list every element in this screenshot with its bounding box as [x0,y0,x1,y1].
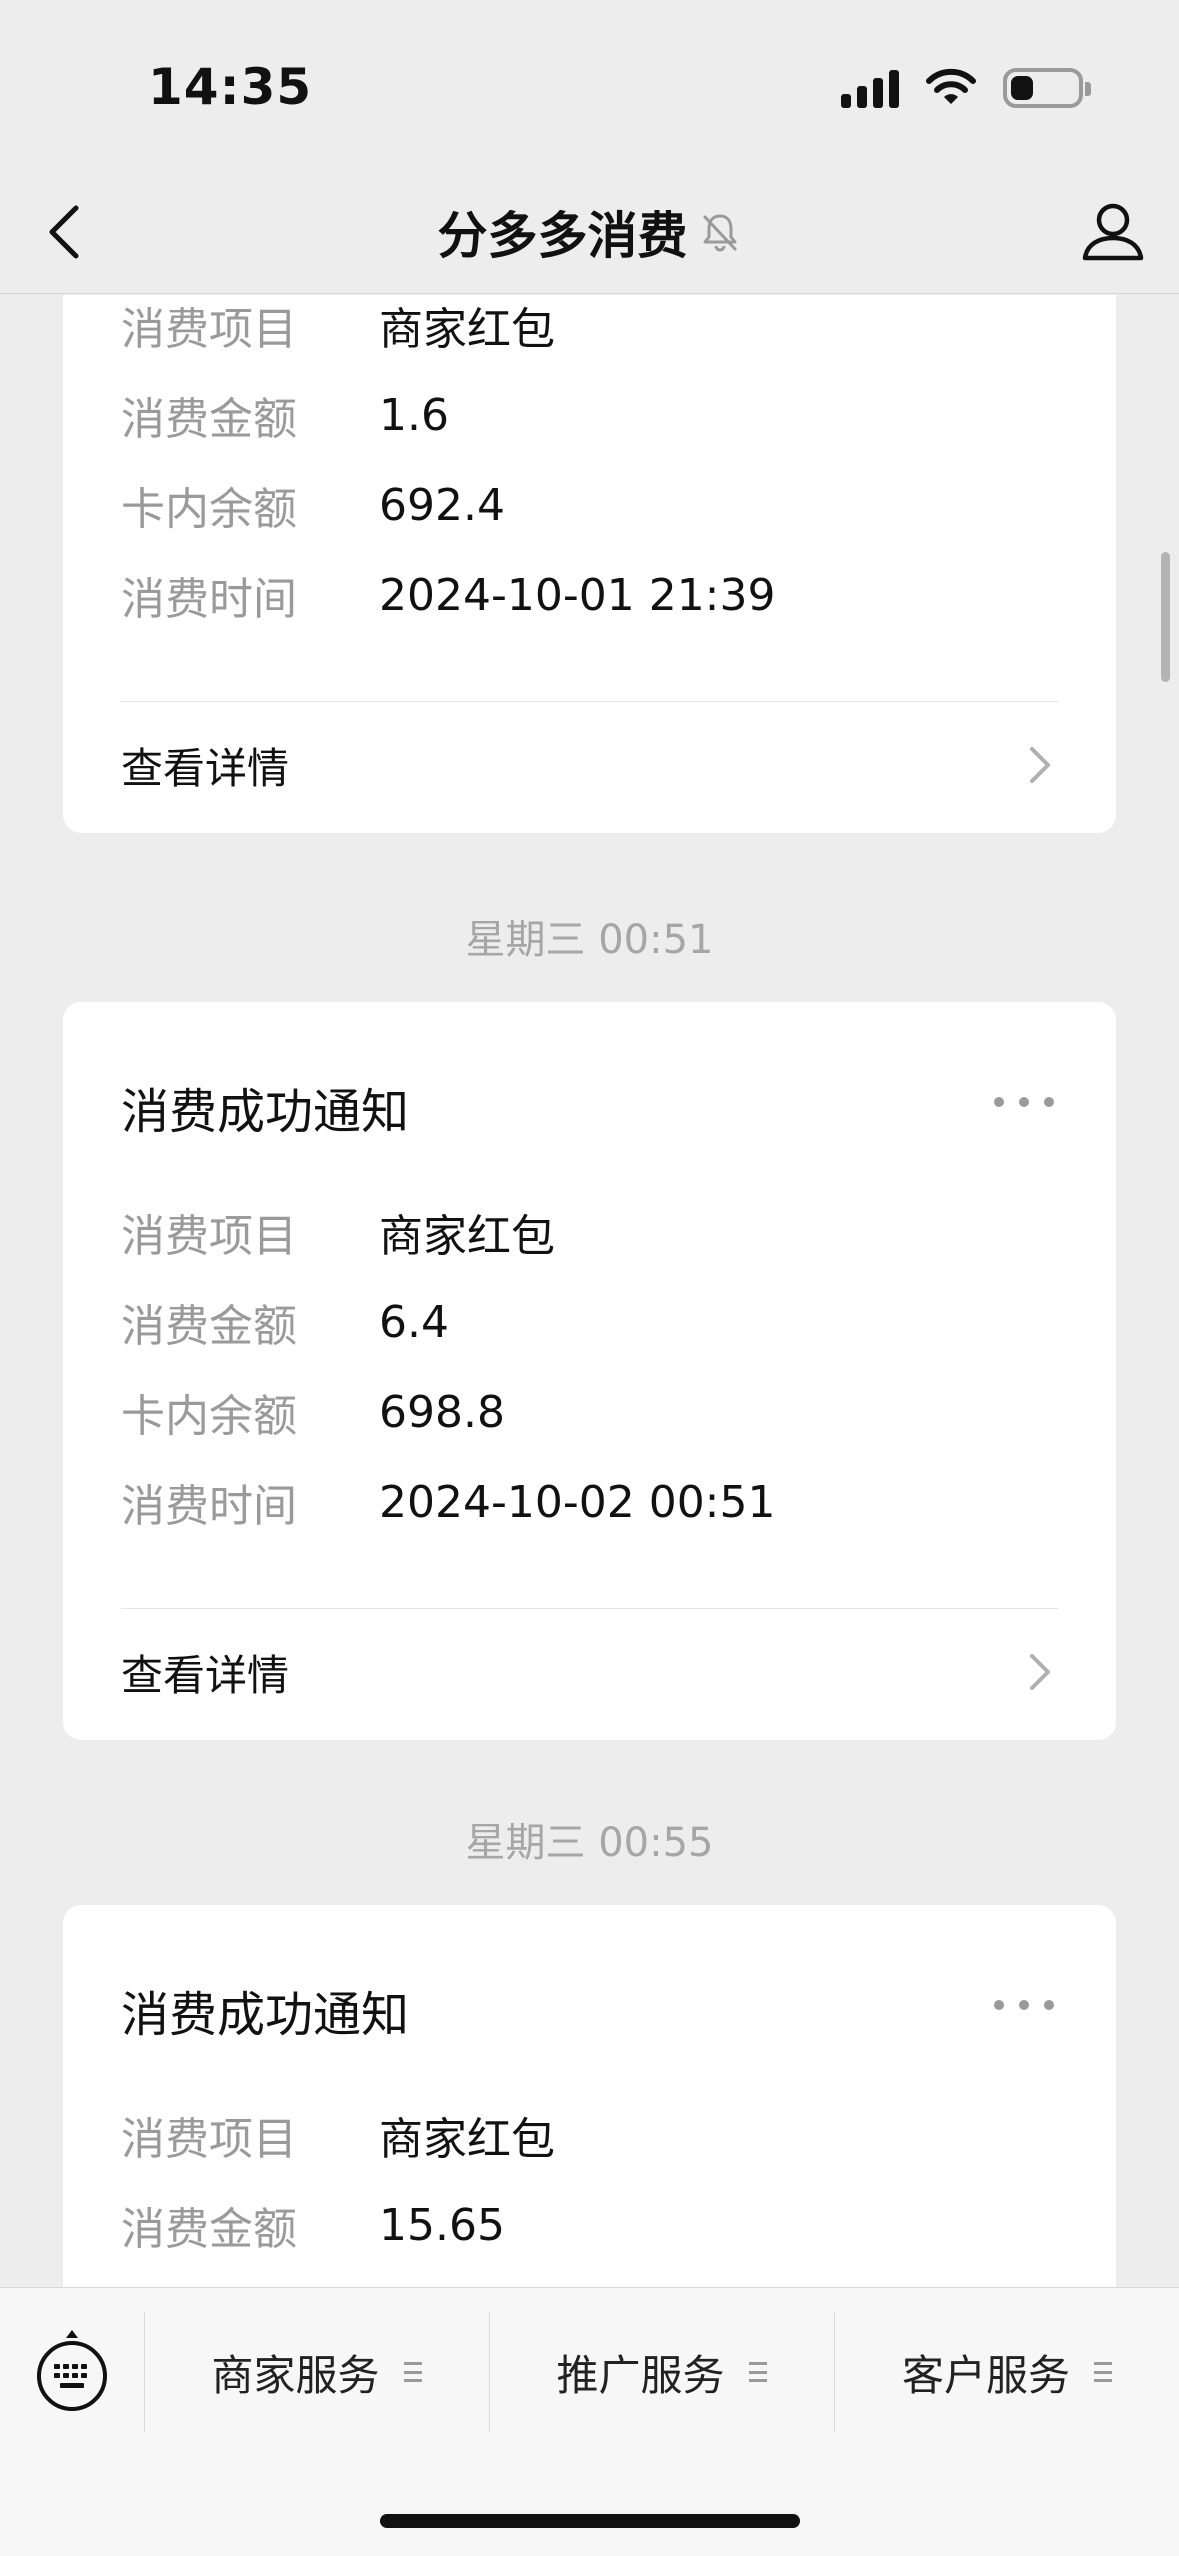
field-value: 692.4 [379,479,505,531]
more-options-icon[interactable] [994,1092,1054,1112]
field-row: 消费时间 2024-10-02 00:51 [121,1472,776,1533]
field-value: 698.8 [379,1386,505,1438]
mute-bell-icon [703,214,736,252]
message-timestamp: 星期三 00:55 [465,1820,714,1866]
field-value: 商家红包 [379,1211,555,1262]
profile-icon[interactable] [1073,192,1153,272]
field-row: 消费金额 15.65 [121,2195,505,2256]
divider [121,701,1058,702]
view-details-label: 查看详情 [121,1650,290,1700]
field-label: 卡内余额 [121,484,297,535]
field-row: 卡内余额 692.4 [121,475,505,536]
menu-item-label: 推广服务 [556,2350,725,2400]
wifi-icon [926,68,976,104]
card-title: 消费成功通知 [121,1987,410,2043]
menu-promotion-services[interactable]: 推广服务 [490,2312,833,2432]
battery-icon [1003,68,1091,108]
field-row: 卡内余额 698.8 [121,1382,505,1443]
message-timestamp: 星期三 00:51 [465,917,714,963]
message-list[interactable]: 消费项目 商家红包 消费金额 1.6 卡内余额 692.4 消费时间 2024-… [0,295,1179,2287]
field-label: 消费时间 [121,1481,297,1532]
scrollbar[interactable] [1161,552,1170,682]
field-label: 消费金额 [121,394,297,445]
card-title: 消费成功通知 [121,1084,410,1140]
field-label: 消费金额 [121,1301,297,1352]
menu-item-label: 商家服务 [211,2350,380,2400]
field-row: 消费项目 商家红包 [121,1202,555,1262]
view-details-button[interactable]: 查看详情 [121,725,1058,805]
view-details-label: 查看详情 [121,743,290,793]
battery-level [1011,76,1033,100]
message-card: 消费成功通知 消费项目 商家红包 消费金额 6.4 卡内余额 698.8 消费时… [63,1002,1116,1740]
field-row: 消费金额 1.6 [121,385,449,446]
field-value: 2024-10-02 00:51 [379,1476,776,1528]
menu-lines-icon [403,2362,422,2382]
cellular-signal-icon [841,68,899,108]
field-row: 消费金额 6.4 [121,1292,449,1353]
field-row: 消费项目 商家红包 [121,295,555,355]
menu-merchant-services[interactable]: 商家服务 [145,2312,488,2432]
field-value: 15.65 [379,2199,505,2251]
divider [121,1608,1058,1609]
status-time: 14:35 [148,58,313,116]
chat-title: 分多多消费 [437,207,688,265]
field-row: 消费项目 商家红包 [121,2105,555,2165]
status-bar: 14:35 [0,0,1179,170]
nav-title-group: 分多多消费 [0,170,1179,294]
field-value: 2024-10-01 21:39 [379,569,776,621]
field-row: 消费时间 2024-10-01 21:39 [121,565,776,626]
field-value: 商家红包 [379,304,555,355]
field-value: 6.4 [379,1296,449,1348]
field-label: 卡内余额 [121,1391,297,1442]
menu-customer-services[interactable]: 客户服务 [835,2312,1179,2432]
message-card: 消费成功通知 消费项目 商家红包 消费金额 15.65 [63,1905,1116,2287]
message-card: 消费项目 商家红包 消费金额 1.6 卡内余额 692.4 消费时间 2024-… [63,295,1116,833]
chevron-right-icon [1030,747,1050,783]
field-value: 商家红包 [379,2114,555,2165]
chevron-right-icon [1030,1654,1050,1690]
field-label: 消费金额 [121,2204,297,2255]
field-label: 消费项目 [121,304,297,355]
keyboard-icon[interactable] [34,2328,110,2414]
menu-lines-icon [748,2362,767,2382]
field-label: 消费项目 [121,1211,297,1262]
status-icons [841,62,1091,114]
field-label: 消费时间 [121,574,297,625]
menu-lines-icon [1094,2362,1112,2382]
more-options-icon[interactable] [994,1995,1054,2015]
field-value: 1.6 [379,389,449,441]
home-indicator[interactable] [380,2514,800,2528]
menu-item-label: 客户服务 [901,2350,1070,2400]
field-label: 消费项目 [121,2114,297,2165]
nav-bar: 分多多消费 [0,170,1179,294]
view-details-button[interactable]: 查看详情 [121,1632,1058,1712]
